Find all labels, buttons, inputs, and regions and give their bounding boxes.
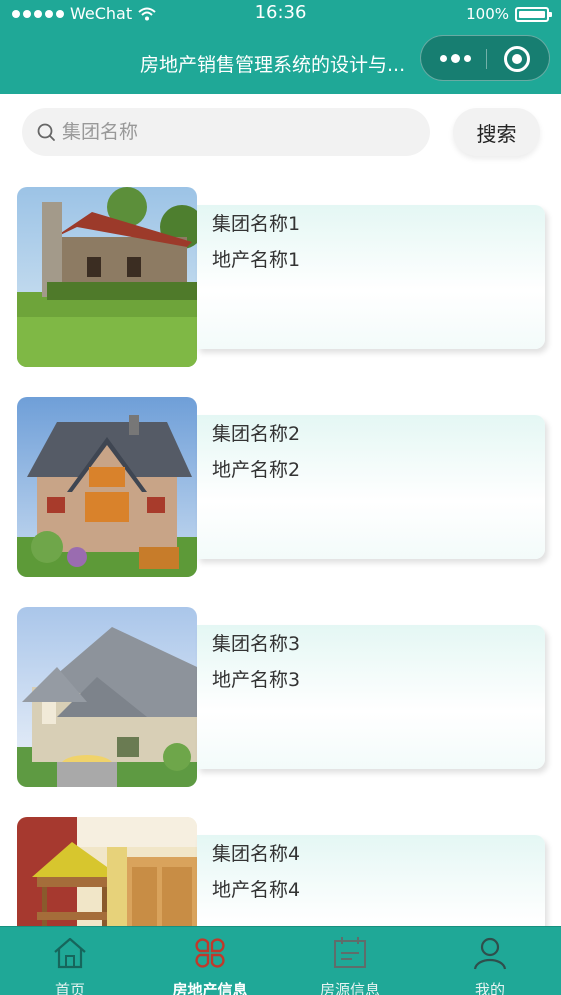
tab-listings[interactable]: 房源信息 (280, 927, 420, 995)
list-item[interactable]: 集团名称1 地产名称1 (17, 187, 547, 367)
tab-label: 房源信息 (319, 981, 380, 995)
header: WeChat 16:36 100% 房地产销售管理系统的设计与... (0, 0, 561, 94)
tab-label: 我的 (474, 981, 505, 995)
grid-flower-icon (195, 938, 225, 968)
search-box (22, 108, 430, 156)
tab-bar: 首页 房地产信息 房源信息 我的 (0, 926, 561, 995)
mini-program-capsule (420, 35, 550, 81)
home-icon (54, 937, 86, 969)
status-right: 100% (466, 5, 552, 23)
estate-name: 地产名称4 (212, 879, 301, 901)
search-button[interactable]: 搜索 (453, 108, 540, 156)
group-name: 集团名称4 (212, 843, 301, 865)
estate-name: 地产名称1 (212, 249, 301, 271)
group-name: 集团名称3 (212, 633, 301, 655)
tab-mine[interactable]: 我的 (420, 927, 560, 995)
list-item[interactable]: 集团名称3 地产名称3 (17, 607, 547, 787)
tab-label: 首页 (54, 981, 85, 995)
estate-card: 集团名称3 地产名称3 (197, 625, 545, 769)
user-icon (473, 937, 507, 970)
brick-house-photo (17, 397, 197, 577)
group-name: 集团名称2 (212, 423, 301, 445)
tab-home[interactable]: 首页 (0, 927, 140, 995)
close-target-icon[interactable] (504, 46, 530, 72)
search-input[interactable] (62, 108, 417, 156)
search-icon (37, 123, 55, 141)
villa-rendering-photo (17, 607, 197, 787)
log-cabin-house-photo (17, 187, 197, 367)
capsule-divider (486, 49, 487, 69)
estate-name: 地产名称2 (212, 459, 301, 481)
estate-card: 集团名称1 地产名称1 (197, 205, 545, 349)
estate-name: 地产名称3 (212, 669, 301, 691)
calendar-icon (334, 937, 366, 968)
page-title: 房地产销售管理系统的设计与... (140, 54, 406, 76)
battery-label: 100% (466, 5, 509, 23)
more-icon[interactable] (435, 46, 475, 70)
estate-card: 集团名称2 地产名称2 (197, 415, 545, 559)
tab-estate-info[interactable]: 房地产信息 (140, 927, 280, 995)
group-name: 集团名称1 (212, 213, 301, 235)
tab-label: 房地产信息 (172, 981, 248, 995)
list-item[interactable]: 集团名称2 地产名称2 (17, 397, 547, 577)
status-bar: WeChat 16:36 100% (0, 0, 561, 30)
battery-icon (515, 6, 552, 22)
